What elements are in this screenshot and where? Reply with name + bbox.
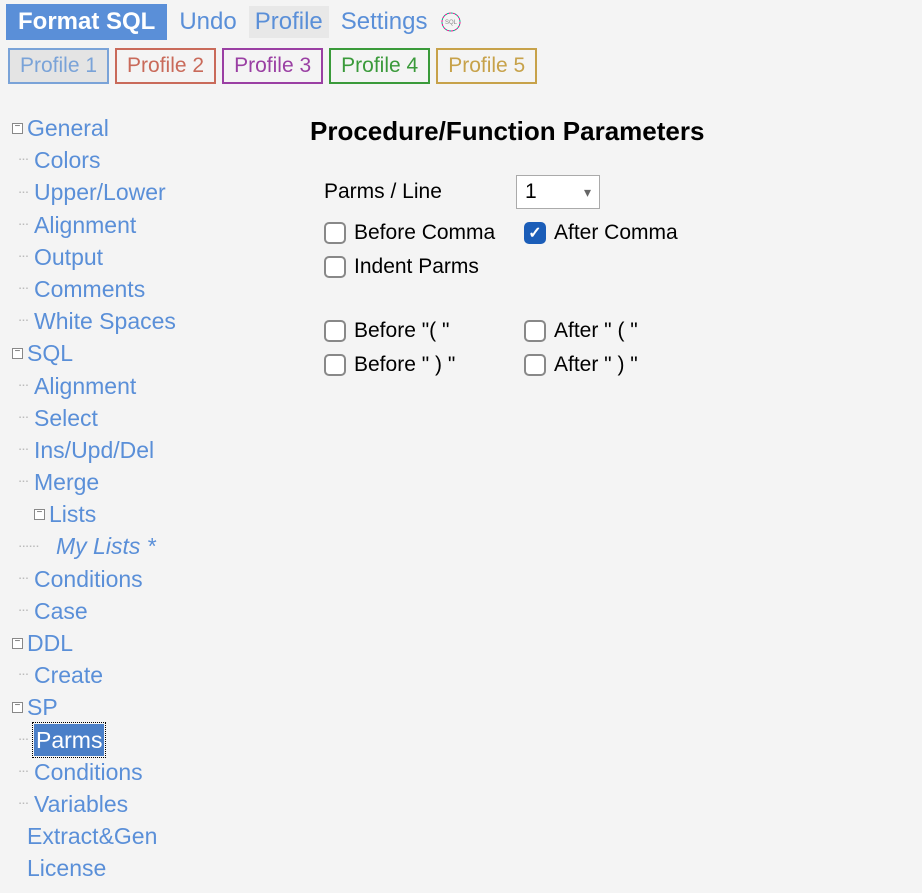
tree-item-extract-gen[interactable]: Extract&Gen bbox=[27, 820, 157, 852]
indent-parms-label: Indent Parms bbox=[354, 255, 479, 279]
undo-button[interactable]: Undo bbox=[179, 8, 236, 36]
profile-tabs: Profile 1Profile 2Profile 3Profile 4Prof… bbox=[0, 44, 922, 92]
tree-item-comments[interactable]: Comments bbox=[34, 273, 145, 305]
tree-item-sql[interactable]: SQL bbox=[27, 337, 73, 369]
before-comma-label: Before Comma bbox=[354, 221, 495, 245]
after-open-label: After " ( " bbox=[554, 319, 638, 343]
after-comma-checkbox[interactable]: ✓ After Comma bbox=[524, 221, 724, 245]
before-close-label: Before " ) " bbox=[354, 353, 455, 377]
checkbox-icon bbox=[324, 320, 346, 342]
sql-logo-icon: SQL bbox=[439, 10, 463, 34]
nav-tree: −General⋅⋅⋅Colors⋅⋅⋅Upper/Lower⋅⋅⋅Alignm… bbox=[0, 92, 290, 893]
tree-line-icon: ⋅⋅⋅ bbox=[12, 311, 34, 331]
collapse-icon[interactable]: − bbox=[12, 348, 23, 359]
tree-item-license[interactable]: License bbox=[27, 852, 106, 884]
tree-item-case[interactable]: Case bbox=[34, 595, 88, 627]
checkbox-icon bbox=[324, 222, 346, 244]
tree-item-my-lists-[interactable]: My Lists * bbox=[56, 530, 156, 562]
tree-item-create[interactable]: Create bbox=[34, 659, 103, 691]
before-open-paren-checkbox[interactable]: Before "( " bbox=[324, 319, 524, 343]
parms-line-value: 1 bbox=[525, 180, 537, 204]
tree-item-parms[interactable]: Parms bbox=[34, 724, 104, 756]
profile-tab-3[interactable]: Profile 3 bbox=[222, 48, 323, 84]
tree-item-general[interactable]: General bbox=[27, 112, 109, 144]
profile-tab-2[interactable]: Profile 2 bbox=[115, 48, 216, 84]
after-comma-label: After Comma bbox=[554, 221, 678, 245]
tree-line-icon: ⋅⋅⋅ bbox=[12, 440, 34, 460]
after-close-paren-checkbox[interactable]: After " ) " bbox=[524, 353, 724, 377]
profile-tab-5[interactable]: Profile 5 bbox=[436, 48, 537, 84]
tree-line-icon: ⋅⋅⋅ bbox=[12, 472, 34, 492]
tree-line-icon: ⋅⋅⋅ bbox=[12, 215, 34, 235]
tree-item-lists[interactable]: Lists bbox=[49, 498, 96, 530]
tree-item-output[interactable]: Output bbox=[34, 241, 103, 273]
checkbox-icon bbox=[524, 354, 546, 376]
profile-button[interactable]: Profile bbox=[249, 6, 329, 38]
tree-item-colors[interactable]: Colors bbox=[34, 144, 100, 176]
parms-line-label: Parms / Line bbox=[324, 180, 516, 204]
svg-text:SQL: SQL bbox=[445, 20, 458, 26]
after-open-paren-checkbox[interactable]: After " ( " bbox=[524, 319, 724, 343]
checkbox-icon bbox=[324, 354, 346, 376]
before-close-paren-checkbox[interactable]: Before " ) " bbox=[324, 353, 524, 377]
tree-item-merge[interactable]: Merge bbox=[34, 466, 99, 498]
tree-item-upper-lower[interactable]: Upper/Lower bbox=[34, 176, 166, 208]
parms-line-select[interactable]: 1 ▾ bbox=[516, 175, 600, 209]
collapse-icon[interactable]: − bbox=[34, 509, 45, 520]
tree-line-icon: ⋅⋅⋅ bbox=[12, 183, 34, 203]
indent-parms-checkbox[interactable]: Indent Parms bbox=[324, 255, 524, 279]
tree-item-white-spaces[interactable]: White Spaces bbox=[34, 305, 176, 337]
tree-line-icon: ⋅⋅⋅ bbox=[12, 665, 34, 685]
tree-line-icon: ⋅⋅⋅ bbox=[12, 408, 34, 428]
tree-line-icon: ⋅⋅⋅⋅⋅⋅ bbox=[12, 537, 56, 557]
checkbox-checked-icon: ✓ bbox=[524, 222, 546, 244]
tree-line-icon: ⋅⋅⋅ bbox=[12, 376, 34, 396]
tree-line-icon: ⋅⋅⋅ bbox=[12, 247, 34, 267]
profile-tab-1[interactable]: Profile 1 bbox=[8, 48, 109, 84]
settings-button[interactable]: Settings bbox=[341, 8, 428, 36]
collapse-icon[interactable]: − bbox=[12, 638, 23, 649]
tree-line-icon: ⋅⋅⋅ bbox=[12, 730, 34, 750]
profile-tab-4[interactable]: Profile 4 bbox=[329, 48, 430, 84]
tree-item-ins-upd-del[interactable]: Ins/Upd/Del bbox=[34, 434, 154, 466]
tree-item-conditions[interactable]: Conditions bbox=[34, 563, 143, 595]
main-toolbar: Format SQL Undo Profile Settings SQL bbox=[0, 0, 922, 44]
tree-line-icon: ⋅⋅⋅ bbox=[12, 794, 34, 814]
tree-line-icon: ⋅⋅⋅ bbox=[12, 601, 34, 621]
content-panel: Procedure/Function Parameters Parms / Li… bbox=[290, 92, 922, 893]
tree-item-alignment[interactable]: Alignment bbox=[34, 209, 136, 241]
format-sql-button[interactable]: Format SQL bbox=[6, 4, 167, 40]
checkbox-icon bbox=[324, 256, 346, 278]
page-title: Procedure/Function Parameters bbox=[310, 116, 902, 147]
tree-line-icon: ⋅⋅⋅ bbox=[12, 150, 34, 170]
tree-item-conditions[interactable]: Conditions bbox=[34, 756, 143, 788]
tree-item-sp[interactable]: SP bbox=[27, 691, 58, 723]
tree-item-variables[interactable]: Variables bbox=[34, 788, 128, 820]
checkbox-icon bbox=[524, 320, 546, 342]
collapse-icon[interactable]: − bbox=[12, 123, 23, 134]
tree-item-alignment[interactable]: Alignment bbox=[34, 370, 136, 402]
tree-line-icon: ⋅⋅⋅ bbox=[12, 762, 34, 782]
tree-item-ddl[interactable]: DDL bbox=[27, 627, 73, 659]
collapse-icon[interactable]: − bbox=[12, 702, 23, 713]
chevron-down-icon: ▾ bbox=[584, 184, 591, 201]
tree-line-icon: ⋅⋅⋅ bbox=[12, 279, 34, 299]
before-comma-checkbox[interactable]: Before Comma bbox=[324, 221, 524, 245]
before-open-label: Before "( " bbox=[354, 319, 449, 343]
tree-line-icon: ⋅⋅⋅ bbox=[12, 569, 34, 589]
tree-item-select[interactable]: Select bbox=[34, 402, 98, 434]
after-close-label: After " ) " bbox=[554, 353, 638, 377]
